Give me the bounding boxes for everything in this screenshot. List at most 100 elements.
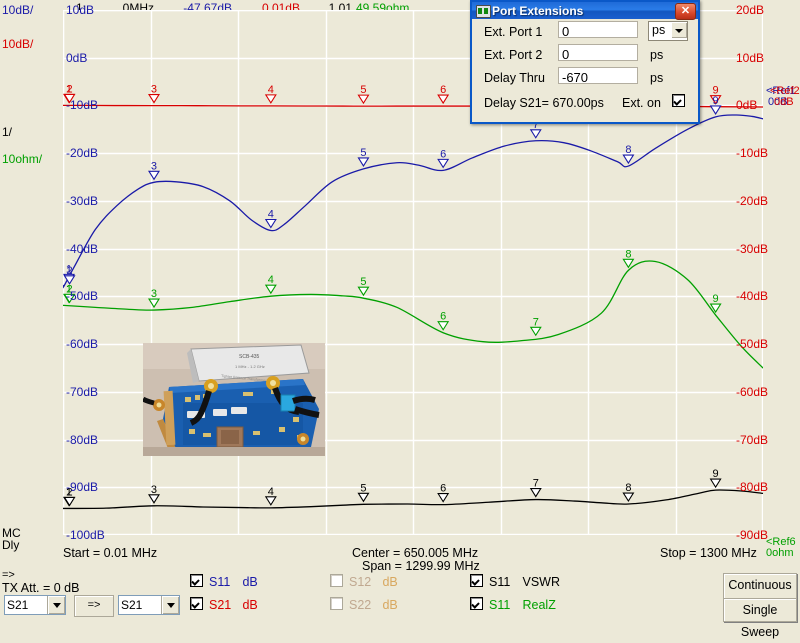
span-frequency-label: Span = 1299.99 MHz [362, 559, 480, 573]
port-extensions-icon [476, 5, 491, 18]
port-extensions-dialog[interactable]: Port Extensions ✕ Ext. Port 1 0 ps Ext. … [470, 0, 700, 124]
trace-unit-label: dB [242, 575, 258, 589]
trace-checkbox-s12-db[interactable]: S12 dB [330, 574, 398, 589]
trace-unit-label: dB [242, 598, 258, 612]
svg-text:4: 4 [268, 486, 274, 498]
svg-text:5: 5 [360, 147, 366, 159]
close-icon[interactable]: ✕ [675, 3, 696, 20]
trace-checkbox-s11-vswr[interactable]: S11 VSWR [470, 574, 560, 589]
left-axis-label: -20dB [66, 146, 99, 161]
checkmark-icon [190, 574, 203, 587]
port-select-left-wrap[interactable]: S11S21S12S22 [4, 595, 66, 615]
ext-port1-input[interactable]: 0 [558, 21, 638, 39]
left-axis-label: 0dB [66, 50, 88, 65]
right-axis-label: 20dB [736, 3, 765, 17]
right-axis-label: -90dB [736, 528, 769, 542]
delay-thru-input[interactable]: -670 [558, 67, 638, 85]
scale-legend-vswr: 1/ [2, 125, 13, 139]
svg-text:8: 8 [625, 144, 631, 156]
vna-application-window: 10dB/ 10dB/ 1/ 10ohm/ MC Dly 1: 0MHz -47.6… [0, 0, 800, 639]
svg-text:3: 3 [151, 160, 157, 172]
ext-port1-unit-select[interactable]: ps [648, 21, 688, 41]
checkmark-icon [470, 574, 483, 587]
delay-thru-unit-label: ps [650, 71, 664, 85]
left-axis-label: -100dB [66, 528, 105, 542]
scale-legend-s11: 10dB/ [2, 3, 34, 17]
start-frequency-label: Start = 0.01 MHz [63, 546, 158, 560]
svg-text:9: 9 [713, 293, 719, 305]
ext-on-checkbox[interactable] [672, 94, 691, 109]
right-axis-label: -30dB [736, 241, 769, 256]
dialog-titlebar[interactable]: Port Extensions ✕ [470, 0, 700, 20]
single-sweep-button[interactable]: Single Sweep [723, 598, 797, 639]
right-axis-label: 0dB [736, 98, 758, 113]
mc-dly-label: MC Dly [2, 527, 21, 551]
left-axis-label: -50dB [66, 289, 99, 304]
chevron-down-icon[interactable] [671, 22, 687, 38]
svg-text:5: 5 [360, 482, 366, 494]
trace-checkbox-s22-db[interactable]: S22 dB [330, 597, 398, 612]
trace-label: S22 [349, 598, 372, 612]
trace-unit-label: dB [382, 598, 398, 612]
ref2-value-label: 0dB [774, 96, 794, 108]
left-axis-label: -90dB [66, 480, 99, 495]
svg-text:3: 3 [151, 84, 157, 96]
center-frequency-label: Center = 650.005 MHz [352, 546, 479, 560]
trace-checkbox-s21-db[interactable]: S21 dB [190, 597, 258, 612]
svg-text:9: 9 [713, 95, 719, 107]
svg-text:1 MHz - 1.2 GHz: 1 MHz - 1.2 GHz [235, 364, 265, 369]
ext-port2-unit-label: ps [650, 48, 664, 62]
port-copy-button[interactable]: => [74, 595, 114, 617]
svg-text:2: 2 [66, 83, 72, 95]
trace-label: S11 [209, 575, 231, 589]
continuous-button[interactable]: Continuous [723, 573, 797, 599]
svg-text:4: 4 [268, 84, 274, 96]
dly-label: Dly [2, 538, 20, 552]
port-select-right[interactable]: S11S21S12S22 [118, 595, 180, 615]
left-axis-label: -40dB [66, 241, 99, 256]
svg-text:4: 4 [268, 209, 274, 221]
left-axis-label: -10dB [66, 98, 99, 113]
right-axis-label: -20dB [736, 193, 769, 208]
right-axis-label: -50dB [736, 337, 769, 352]
tx-attenuation-label: TX Att. = 0 dB [2, 581, 80, 595]
trace-label: S21 [209, 598, 232, 612]
svg-text:3: 3 [151, 484, 157, 496]
svg-text:7: 7 [533, 478, 539, 490]
svg-text:5: 5 [360, 276, 366, 288]
svg-text:9: 9 [713, 468, 719, 480]
right-axis-label: -70dB [736, 432, 769, 447]
left-axis-label: 10dB [66, 3, 95, 17]
ext-port1-unit-label: ps [652, 23, 666, 37]
delay-thru-label: Delay Thru [484, 71, 545, 85]
right-axis-label: 10dB [736, 50, 765, 65]
port-arrow-indicator: => [2, 569, 15, 581]
trace-label: S12 [349, 575, 372, 589]
empty-checkbox-icon [330, 597, 343, 610]
right-axis-label: -10dB [736, 146, 769, 161]
checkmark-icon [470, 597, 483, 610]
left-axis-label: -60dB [66, 337, 99, 352]
scale-legend-s21: 10dB/ [2, 37, 34, 51]
port-select-left[interactable]: S11S21S12S22 [4, 595, 66, 615]
trace-checkbox-s11-realz[interactable]: S11 RealZ [470, 597, 556, 612]
svg-text:8: 8 [625, 482, 631, 494]
svg-text:7: 7 [533, 316, 539, 328]
ext-on-label: Ext. on [622, 96, 661, 110]
delay-s21-readout: Delay S21= 670.00ps [484, 96, 604, 110]
checkmark-icon [672, 94, 685, 107]
svg-text:4: 4 [268, 274, 274, 286]
ext-port2-input[interactable]: 0 [558, 44, 638, 62]
device-photo-inset: SCB-435 1 MHz - 1.2 GHz Tighter Balance … [143, 343, 325, 456]
port-select-right-wrap[interactable]: S11S21S12S22 [118, 595, 180, 615]
trace-checkbox-s11-db[interactable]: S11 dB [190, 574, 258, 589]
ref6-value-label: 0ohm [766, 547, 794, 559]
ext-port1-label: Ext. Port 1 [484, 25, 543, 39]
svg-text:5: 5 [360, 84, 366, 96]
checkmark-icon [190, 597, 203, 610]
trace-label: S11 [489, 575, 511, 589]
ext-port2-label: Ext. Port 2 [484, 48, 543, 62]
svg-text:6: 6 [440, 84, 446, 96]
svg-text:6: 6 [440, 148, 446, 160]
svg-text:3: 3 [151, 288, 157, 300]
